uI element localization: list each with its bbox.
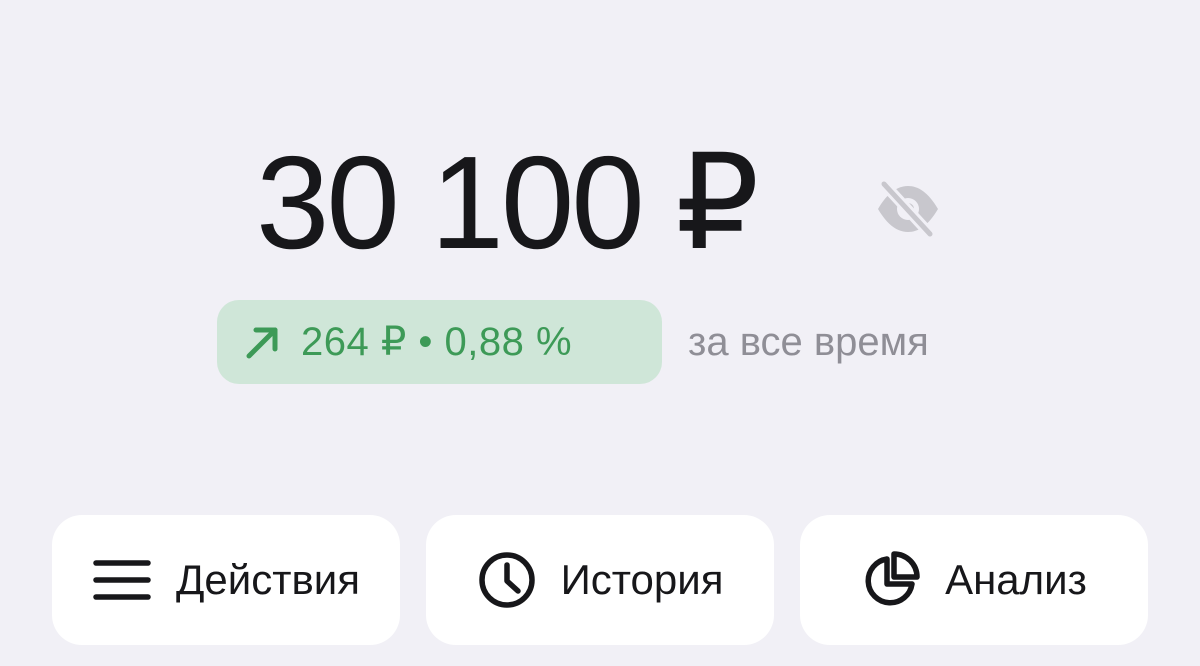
- history-button-label: История: [560, 556, 724, 603]
- history-button[interactable]: История: [426, 515, 774, 645]
- arrow-up-right-icon: [243, 322, 283, 362]
- change-badge: 264 ₽ • 0,88 %: [217, 300, 662, 384]
- analysis-button-label: Анализ: [945, 556, 1087, 603]
- actions-button[interactable]: Действия: [52, 515, 400, 645]
- actions-row: Действия История Анализ: [52, 515, 1148, 645]
- actions-button-label: Действия: [175, 556, 361, 603]
- change-row: 264 ₽ • 0,88 % за все время: [0, 300, 1200, 384]
- menu-icon: [92, 550, 152, 610]
- balance-row: 30 100 ₽: [0, 128, 1200, 278]
- change-value: 264 ₽ • 0,88 %: [301, 320, 573, 364]
- analysis-button[interactable]: Анализ: [800, 515, 1148, 645]
- eye-slash-icon[interactable]: [874, 180, 942, 238]
- pie-chart-icon: [861, 550, 921, 610]
- clock-icon: [477, 550, 537, 610]
- balance-amount: 30 100 ₽: [256, 129, 759, 276]
- period-label: за все время: [688, 320, 929, 364]
